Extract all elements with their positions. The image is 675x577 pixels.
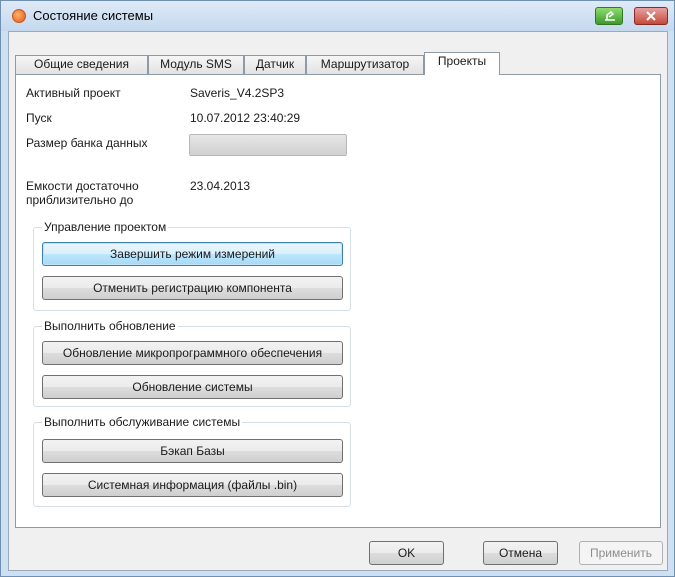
close-button[interactable]: [634, 7, 668, 25]
help-icon: [605, 10, 615, 21]
close-icon: [646, 11, 656, 21]
apply-button[interactable]: Применить: [579, 541, 663, 565]
title-bar[interactable]: Состояние системы: [1, 1, 674, 31]
unregister-component-button[interactable]: Отменить регистрацию компонента: [42, 276, 343, 300]
maintenance-group: Выполнить обслуживание системы Бэкап Баз…: [33, 415, 351, 507]
tab-general[interactable]: Общие сведения: [15, 55, 148, 74]
capacity-label-line2: приблизительно до: [26, 193, 134, 207]
capacity-value: 23.04.2013: [190, 179, 251, 193]
project-control-title: Управление проектом: [42, 220, 169, 234]
dialog-body: Общие сведения Модуль SMS Датчик Маршрут…: [8, 31, 668, 571]
firmware-update-button[interactable]: Обновление микропрограммного обеспечения: [42, 341, 343, 365]
system-update-button[interactable]: Обновление системы: [42, 375, 343, 399]
tab-sms-module[interactable]: Модуль SMS: [148, 55, 244, 74]
testo-app-icon: [12, 9, 26, 23]
system-info-button[interactable]: Системная информация (файлы .bin): [42, 473, 343, 497]
system-status-window: Состояние системы Общие сведения Модуль …: [0, 0, 675, 577]
end-measurement-button[interactable]: Завершить режим измерений: [42, 242, 343, 266]
update-title: Выполнить обновление: [42, 319, 178, 333]
active-project-label: Активный проект: [26, 86, 121, 100]
start-label: Пуск: [26, 111, 52, 125]
start-value: 10.07.2012 23:40:29: [190, 111, 301, 125]
db-size-bar: [189, 134, 347, 156]
capacity-label-line1: Емкости достаточно: [26, 179, 139, 193]
project-control-group: Управление проектом Завершить режим изме…: [33, 220, 351, 311]
database-backup-button[interactable]: Бэкап Базы: [42, 439, 343, 463]
cancel-button[interactable]: Отмена: [483, 541, 558, 565]
ok-button[interactable]: OK: [369, 541, 444, 565]
help-button[interactable]: [595, 7, 623, 25]
window-title: Состояние системы: [33, 8, 154, 23]
maintenance-title: Выполнить обслуживание системы: [42, 415, 243, 429]
tab-sensor[interactable]: Датчик: [244, 55, 306, 74]
projects-tab-panel: Активный проект Saveris_V4.2SP3 Пуск 10.…: [15, 74, 661, 528]
tab-router[interactable]: Маршрутизатор: [306, 55, 424, 74]
tab-projects[interactable]: Проекты: [424, 52, 500, 75]
update-group: Выполнить обновление Обновление микропро…: [33, 319, 351, 407]
db-size-label: Размер банка данных: [26, 136, 148, 150]
active-project-value: Saveris_V4.2SP3: [190, 86, 285, 100]
